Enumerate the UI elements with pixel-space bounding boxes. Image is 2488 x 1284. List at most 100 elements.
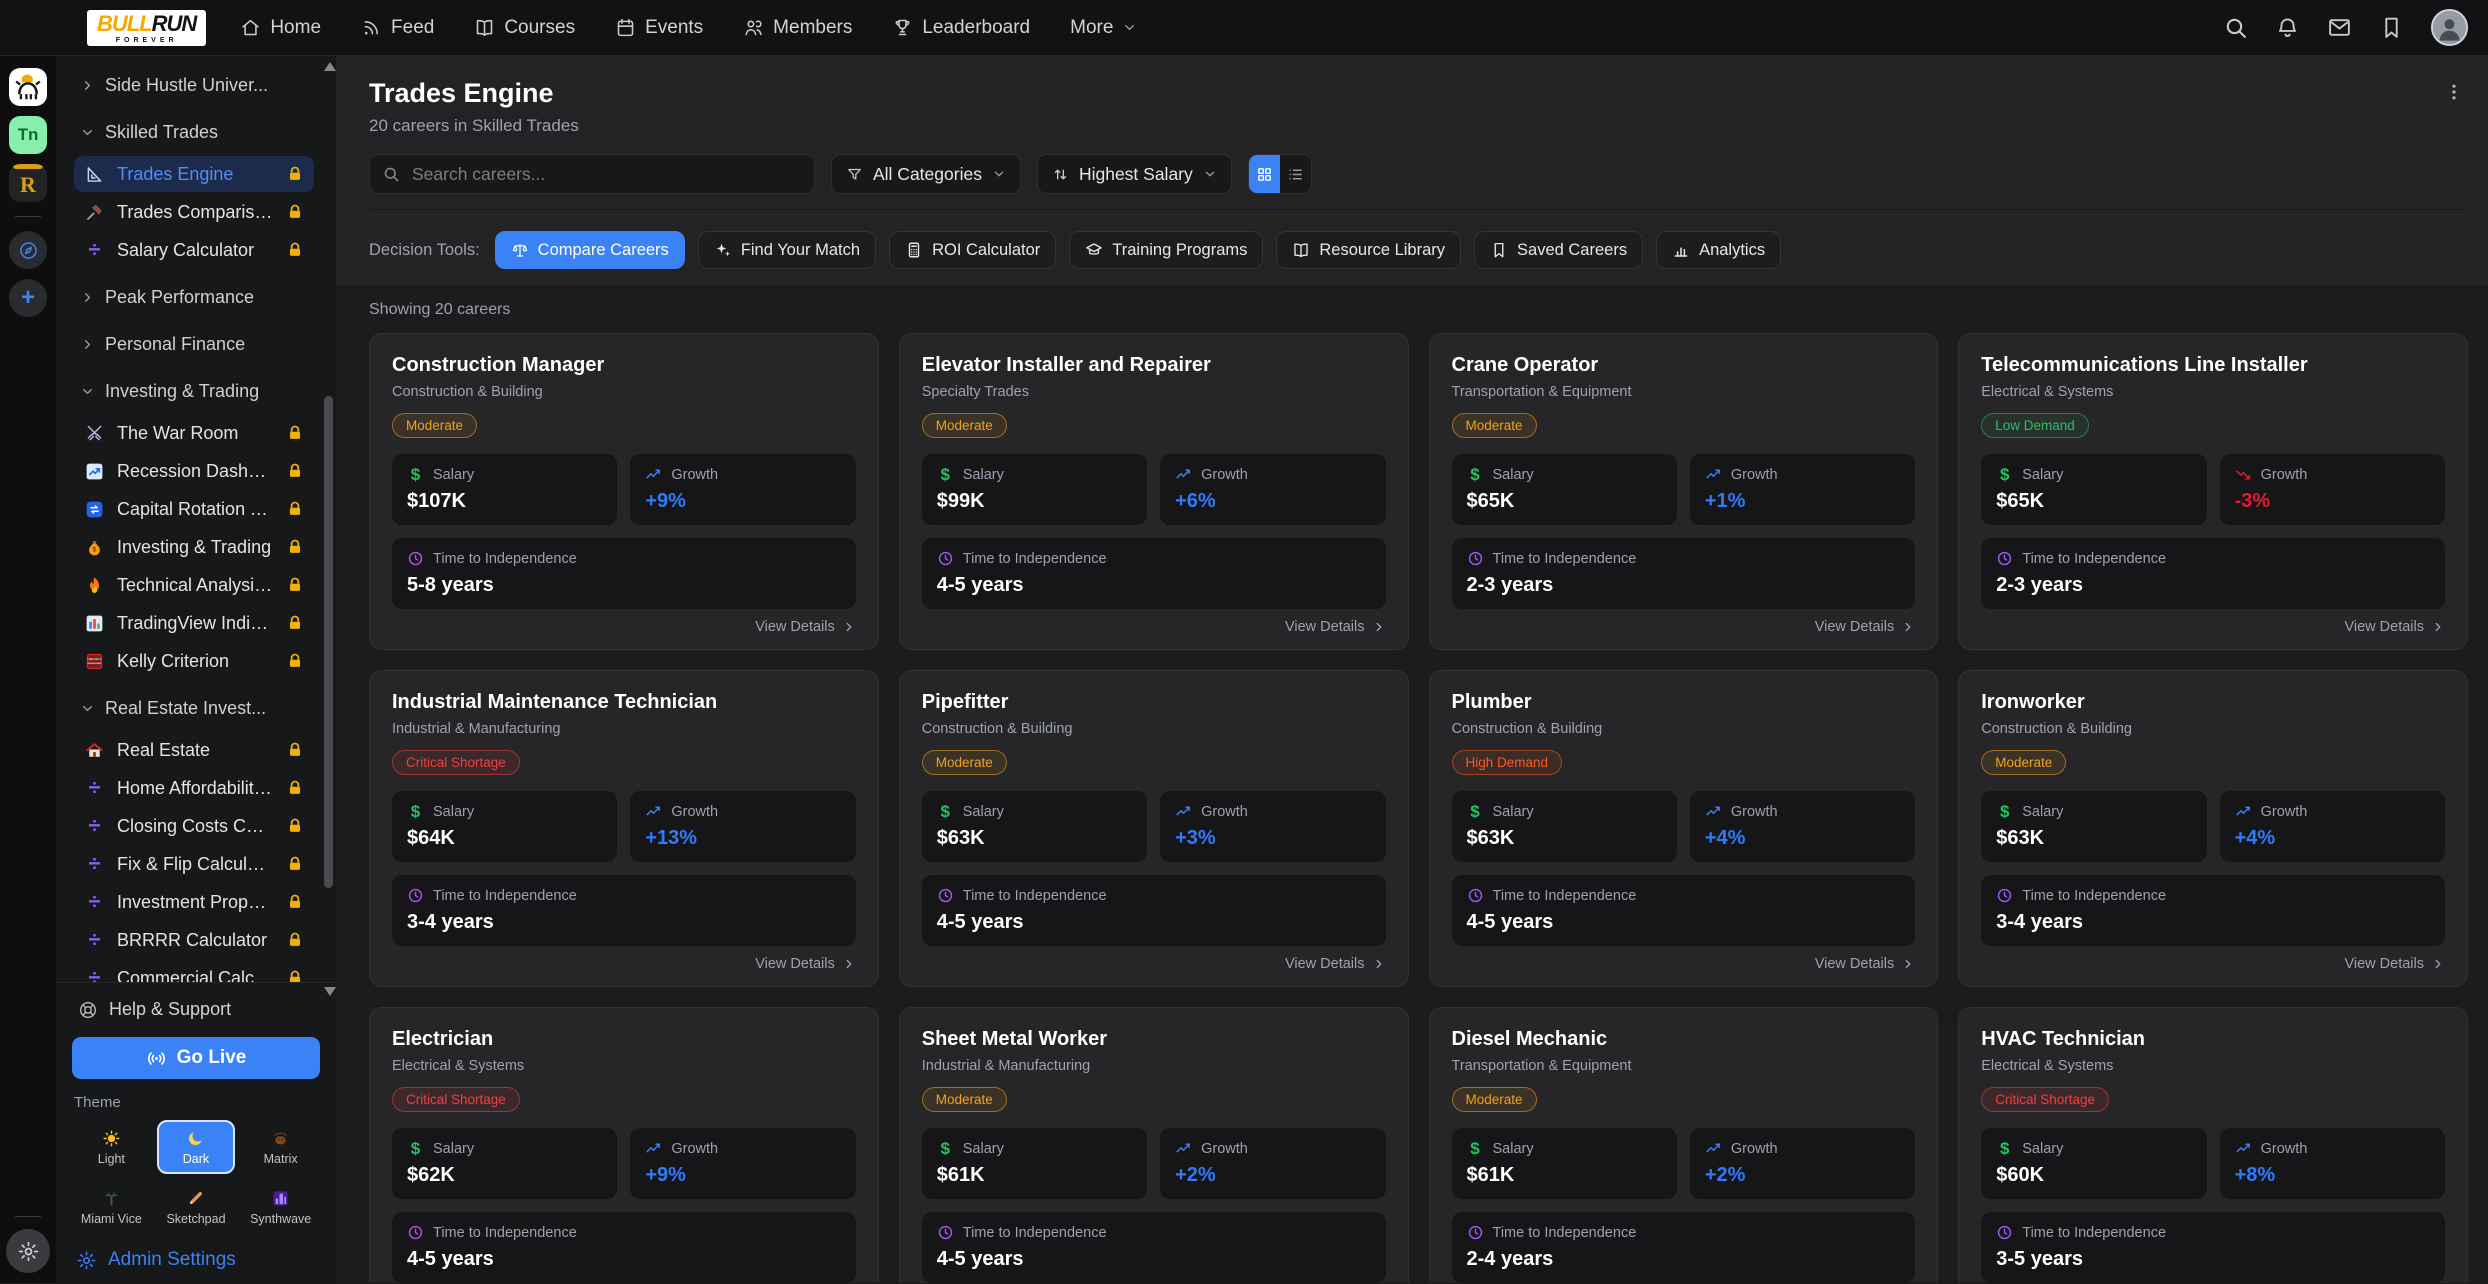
add-community-button[interactable]: + [9,279,47,317]
theme-synthwave[interactable]: Synthwave [241,1180,320,1234]
search-input[interactable] [410,163,802,186]
sidebar-section-real-estate-invest[interactable]: Real Estate Invest... [74,691,314,726]
view-details-link[interactable]: View Details [755,956,856,972]
career-card-pipefitter[interactable]: Pipefitter Construction & Building Moder… [899,670,1409,987]
sidebar-item-tradingview-indicators[interactable]: TradingView Indicators [74,605,314,641]
help-support-link[interactable]: Help & Support [72,995,320,1024]
theme-light[interactable]: Light [72,1120,151,1174]
view-details-link[interactable]: View Details [1285,619,1386,635]
sidebar-item-capital-rotation-tracker[interactable]: Capital Rotation Tracker [74,491,314,527]
go-live-button[interactable]: Go Live [72,1037,320,1079]
sidebar-item-recession-dashboard-v2[interactable]: Recession Dashboard V2 [74,453,314,489]
community-tile-tn[interactable]: Tn [9,116,47,154]
career-card-plumber[interactable]: Plumber Construction & Building High Dem… [1429,670,1939,987]
admin-settings-label: Admin Settings [108,1249,236,1271]
chev-down-sm-icon [80,701,95,716]
nav-members[interactable]: Members [743,17,852,39]
scroll-down-arrow-icon[interactable] [324,987,336,996]
nav-feed[interactable]: Feed [361,17,434,39]
sidebar-item-brrrr-calculator[interactable]: ÷BRRRR Calculator [74,922,314,958]
career-card-construction-manager[interactable]: Construction Manager Construction & Buil… [369,333,879,650]
sidebar-item-technical-analysis-ta[interactable]: Technical Analysis (TA) [74,567,314,603]
sidebar-item-fix-flip-calculator[interactable]: ÷Fix & Flip Calculator [74,846,314,882]
sidebar-section-skilled-trades[interactable]: Skilled Trades [74,115,314,150]
rail-settings-button[interactable] [6,1229,50,1273]
admin-settings-link[interactable]: Admin Settings [72,1247,320,1273]
tool-roi-calculator[interactable]: ROI Calculator [889,231,1056,269]
view-details-link[interactable]: View Details [2344,956,2445,972]
category-filter-dropdown[interactable]: All Categories [831,154,1021,194]
community-tile-bullrun[interactable] [9,68,47,106]
sidebar-scrollbar[interactable] [322,60,334,998]
career-card-crane-operator[interactable]: Crane Operator Transportation & Equipmen… [1429,333,1939,650]
sidebar-section-side-hustle-univer[interactable]: Side Hustle Univer... [74,68,314,103]
page-menu-button[interactable] [2440,78,2468,109]
sidebar-section-investing-trading[interactable]: Investing & Trading [74,374,314,409]
tool-find-your-match[interactable]: Find Your Match [698,231,876,269]
nav-leaderboard[interactable]: Leaderboard [892,17,1030,39]
sidebar-item-salary-calculator[interactable]: ÷Salary Calculator [74,232,314,268]
career-card-sheet-metal-worker[interactable]: Sheet Metal Worker Industrial & Manufact… [899,1007,1409,1283]
sidebar-item-commercial-calculator[interactable]: ÷Commercial Calculator [74,960,314,982]
list-view-button[interactable] [1280,155,1311,193]
view-details-link[interactable]: View Details [2344,619,2445,635]
swords-icon [84,423,105,444]
theme-miami-vice[interactable]: Miami Vice [72,1180,151,1234]
sidebar-item-investing-trading[interactable]: $Investing & Trading [74,529,314,565]
grid-view-button[interactable] [1249,155,1280,193]
scroll-up-arrow-icon[interactable] [324,62,336,71]
theme-dark[interactable]: Dark [157,1120,236,1174]
scrollbar-thumb[interactable] [324,396,333,888]
career-card-hvac-technician[interactable]: HVAC Technician Electrical & Systems Cri… [1958,1007,2468,1283]
career-card-industrial-maintenance-technician[interactable]: Industrial Maintenance Technician Indust… [369,670,879,987]
members-icon [743,17,764,38]
tool-saved-careers[interactable]: Saved Careers [1474,231,1643,269]
sort-dropdown[interactable]: Highest Salary [1037,154,1232,194]
nav-events[interactable]: Events [615,17,703,39]
nav-courses[interactable]: Courses [474,17,575,39]
salary-value: $99K [937,490,1132,513]
community-tile-r[interactable]: R [9,164,47,202]
sidebar-item-kelly-criterion[interactable]: Kelly Criterion [74,643,314,679]
career-card-electrician[interactable]: Electrician Electrical & Systems Critica… [369,1007,879,1283]
navbar-actions [2223,9,2468,46]
bell-button[interactable] [2275,15,2300,40]
growth-value: +9% [645,1164,840,1187]
page-title: Trades Engine [369,78,579,109]
nav-home[interactable]: Home [240,17,321,39]
discover-button[interactable] [9,231,47,269]
view-details-link[interactable]: View Details [1285,956,1386,972]
view-details-link[interactable]: View Details [1815,619,1916,635]
tool-analytics[interactable]: Analytics [1656,231,1781,269]
user-avatar[interactable] [2431,9,2468,46]
mail-button[interactable] [2327,15,2352,40]
bookmark-button[interactable] [2379,15,2404,40]
search-button[interactable] [2223,15,2248,40]
view-details-link[interactable]: View Details [755,619,856,635]
sidebar-item-real-estate[interactable]: Real Estate [74,732,314,768]
theme-label: Theme [72,1094,320,1111]
career-card-telecommunications-line-installer[interactable]: Telecommunications Line Installer Electr… [1958,333,2468,650]
view-details-link[interactable]: View Details [1815,956,1916,972]
career-card-ironworker[interactable]: Ironworker Construction & Building Moder… [1958,670,2468,987]
lock-icon [286,500,304,518]
theme-matrix[interactable]: Matrix [241,1120,320,1174]
sidebar-section-personal-finance[interactable]: Personal Finance [74,327,314,362]
sidebar-item-home-affordability-calc[interactable]: ÷Home Affordability Calc... [74,770,314,806]
sidebar-item-closing-costs-calculator[interactable]: ÷Closing Costs Calculator [74,808,314,844]
lifebuoy-icon [78,1000,98,1020]
career-card-elevator-installer-and-repairer[interactable]: Elevator Installer and Repairer Specialt… [899,333,1409,650]
sidebar-item-investment-property-an[interactable]: ÷Investment Property An... [74,884,314,920]
theme-sketchpad[interactable]: Sketchpad [157,1180,236,1234]
sidebar-section-peak-performance[interactable]: Peak Performance [74,280,314,315]
tool-resource-library[interactable]: Resource Library [1276,231,1461,269]
sidebar-item-the-war-room[interactable]: The War Room [74,415,314,451]
nav-more[interactable]: More [1070,17,1137,39]
clock-icon [407,550,424,567]
brand-logo[interactable]: BULLRUN FOREVER [87,10,206,46]
sidebar-item-trades-comparison-tool[interactable]: Trades Comparison Tool [74,194,314,230]
tool-training-programs[interactable]: Training Programs [1069,231,1263,269]
career-card-diesel-mechanic[interactable]: Diesel Mechanic Transportation & Equipme… [1429,1007,1939,1283]
tool-compare-careers[interactable]: Compare Careers [495,231,685,269]
sidebar-item-trades-engine[interactable]: Trades Engine [74,156,314,192]
